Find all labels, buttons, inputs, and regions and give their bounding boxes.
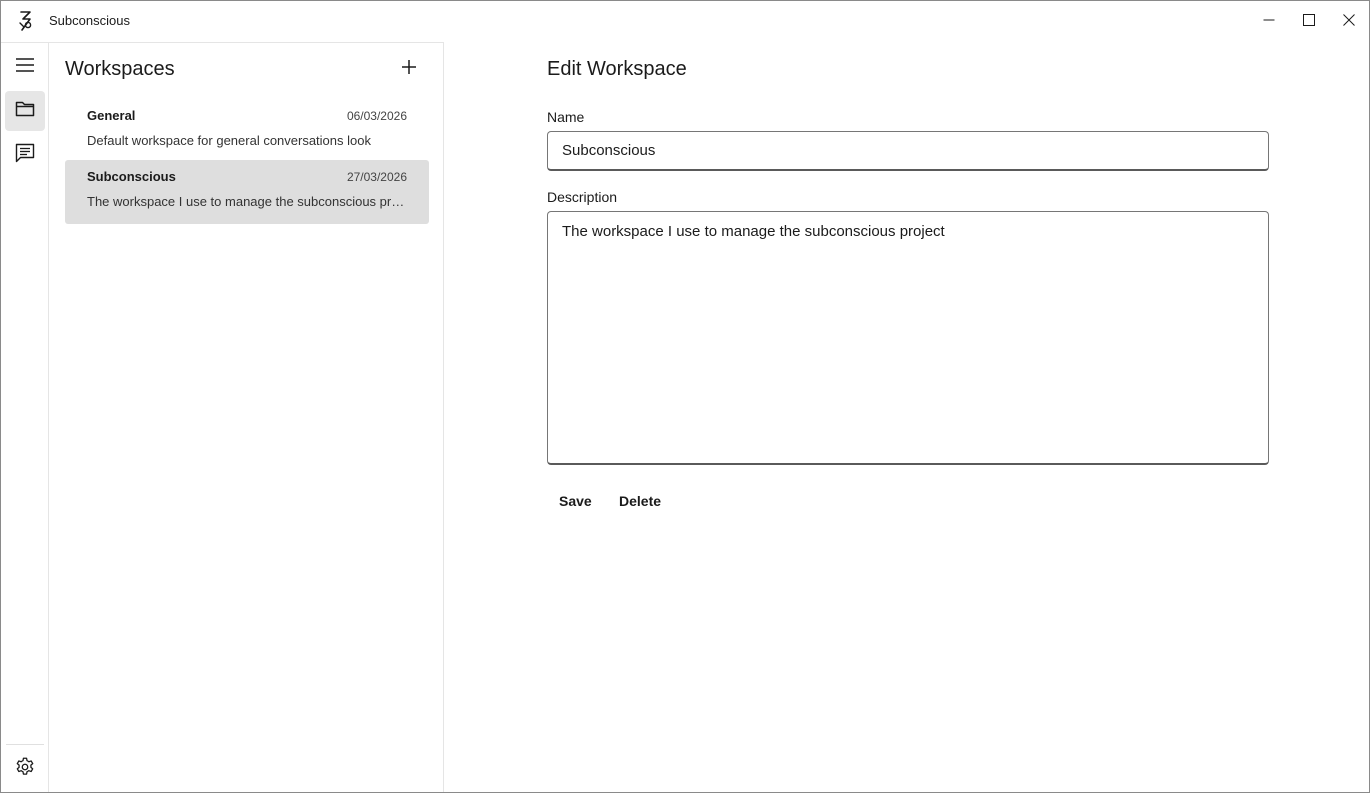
maximize-icon: [1303, 13, 1315, 31]
workspace-name: General: [87, 108, 136, 123]
workspace-description-input[interactable]: The workspace I use to manage the subcon…: [547, 211, 1269, 465]
navigation-rail: [1, 42, 49, 792]
description-label: Description: [547, 189, 618, 205]
workspace-name: Subconscious: [87, 169, 176, 184]
workspace-date: 27/03/2026: [346, 170, 407, 184]
chat-icon: [15, 143, 35, 168]
name-label: Name: [547, 109, 585, 125]
chats-nav-button[interactable]: [5, 135, 45, 175]
window-title: Subconscious: [49, 13, 130, 28]
workspace-description: The workspace I use to manage the subcon…: [87, 194, 409, 209]
workspaces-panel: Workspaces General 06/03/2026 Default wo…: [49, 42, 444, 792]
title-bar: Subconscious: [1, 1, 1369, 42]
hamburger-menu-icon: [15, 57, 35, 78]
close-icon: [1343, 13, 1355, 31]
minimize-button[interactable]: [1249, 1, 1289, 42]
save-button[interactable]: Save: [547, 489, 604, 513]
maximize-button[interactable]: [1289, 1, 1329, 42]
delete-button[interactable]: Delete: [607, 489, 673, 513]
gear-icon: [14, 756, 36, 783]
close-button[interactable]: [1329, 1, 1369, 42]
edit-workspace-title: Edit Workspace: [547, 58, 687, 80]
minimize-icon: [1263, 13, 1275, 31]
add-workspace-button[interactable]: [389, 53, 429, 85]
workspace-date: 06/03/2026: [346, 109, 407, 123]
subconscious-logo-icon: [17, 10, 35, 32]
menu-button[interactable]: [5, 47, 45, 87]
plus-icon: [401, 59, 417, 80]
rail-divider: [6, 744, 44, 745]
workspace-list-item-subconscious[interactable]: Subconscious 27/03/2026 The workspace I …: [65, 160, 429, 224]
app-window: Subconscious Workspaces General 06/03/20…: [0, 0, 1370, 793]
settings-button[interactable]: [5, 749, 45, 789]
workspace-name-input[interactable]: [547, 131, 1269, 171]
workspaces-title: Workspaces: [65, 58, 175, 80]
workspaces-nav-button[interactable]: [5, 91, 45, 131]
folder-icon: [15, 100, 35, 123]
workspace-description: Default workspace for general conversati…: [87, 133, 371, 148]
workspace-list-item-general[interactable]: General 06/03/2026 Default workspace for…: [65, 99, 429, 163]
